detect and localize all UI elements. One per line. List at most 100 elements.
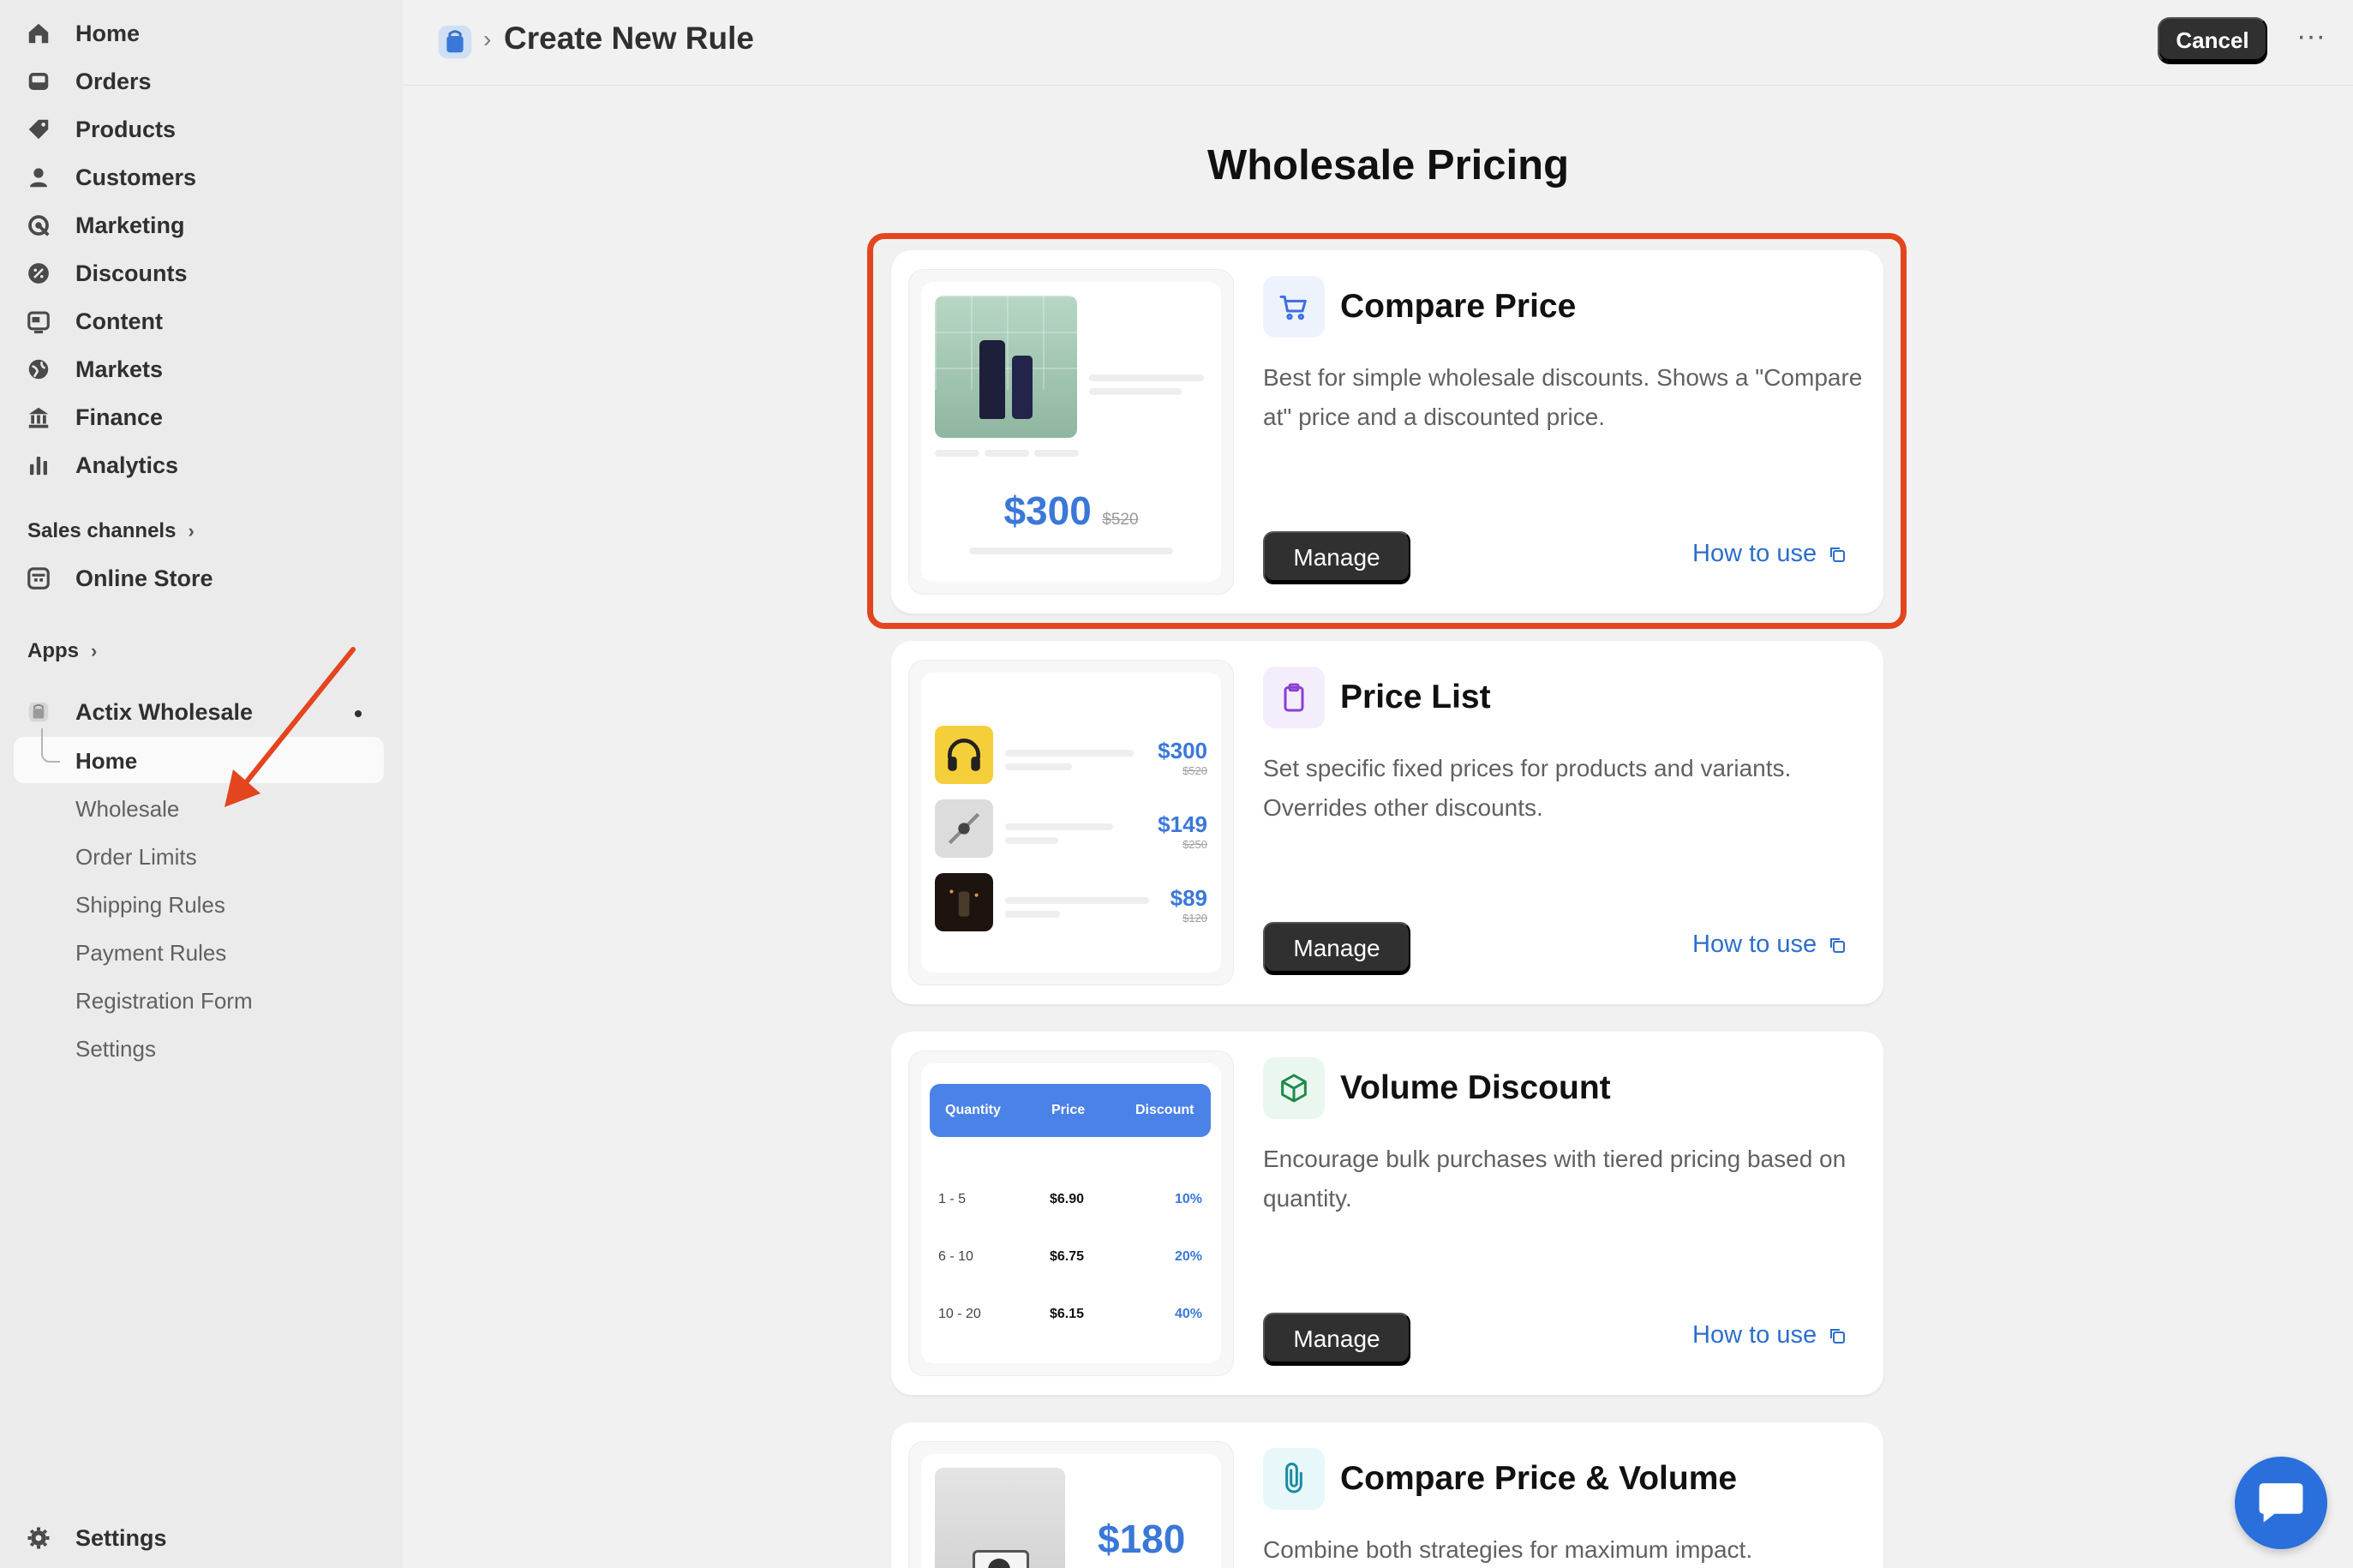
sale-price: $149 (1158, 811, 1207, 837)
card-title: Volume Discount (1340, 1069, 1611, 1106)
nav-discounts[interactable]: Discounts (26, 252, 188, 295)
app-item-wholesale[interactable]: Wholesale (75, 790, 179, 828)
placeholder-bar (1005, 763, 1072, 770)
link-label: How to use (1692, 931, 1817, 958)
globe-icon (26, 356, 51, 382)
sale-price: $300 (1158, 738, 1207, 763)
sale-price: $180 (1098, 1517, 1186, 1561)
bar-chart-icon (26, 452, 51, 478)
watch-image (935, 799, 993, 858)
app-item-payment-rules[interactable]: Payment Rules (75, 934, 226, 972)
app-item-settings[interactable]: Settings (75, 1030, 156, 1068)
bank-icon (26, 404, 51, 430)
app-item-home[interactable]: Home (75, 742, 137, 780)
qty-cell: 10 - 20 (938, 1307, 981, 1321)
nav-label: Settings (75, 1524, 167, 1551)
compare-volume-card: $180 Compare Price & Volume Combine both… (891, 1422, 1883, 1568)
discount-cell: 40% (1174, 1307, 1202, 1321)
copy-icon (1830, 1328, 1846, 1344)
discount-cell: 20% (1174, 1249, 1202, 1264)
nav-content[interactable]: Content (26, 300, 163, 343)
gear-icon (26, 1525, 51, 1551)
nav-label: Content (75, 308, 163, 334)
nav-markets[interactable]: Markets (26, 348, 163, 391)
nav-label: Online Store (75, 565, 213, 591)
chat-icon (2259, 1483, 2303, 1523)
tier-table-header: Quantity Price Discount (930, 1084, 1211, 1137)
compare-price: $250 (1182, 838, 1207, 851)
preview-panel: Quantity Price Discount 1 - 5 $6.90 10% … (908, 1050, 1234, 1376)
nav-label: Marketing (75, 212, 185, 238)
price-cell: $6.90 (1050, 1192, 1085, 1206)
table-row: 6 - 10 $6.75 20% (930, 1249, 1211, 1275)
placeholder-bar (1005, 837, 1058, 844)
annotation-arrow (225, 647, 356, 807)
nav-analytics[interactable]: Analytics (26, 444, 178, 487)
nav-settings[interactable]: Settings (26, 1517, 167, 1559)
section-title: Wholesale Pricing (1206, 142, 1570, 189)
chevron-right-icon: › (188, 520, 195, 542)
column-header: Discount (1135, 1103, 1194, 1117)
cancel-button[interactable]: Cancel (2158, 17, 2267, 63)
qty-cell: 1 - 5 (938, 1192, 967, 1206)
box-icon (1263, 1057, 1325, 1119)
card-title: Price List (1340, 679, 1491, 715)
camera-image (935, 1468, 1065, 1568)
target-icon (26, 212, 51, 238)
nav-orders[interactable]: Orders (26, 60, 152, 103)
column-header: Price (1051, 1103, 1086, 1117)
card-description: Encourage bulk purchases with tiered pri… (1263, 1146, 1847, 1212)
placeholder-bar (1005, 750, 1134, 757)
how-to-use-link[interactable]: How to use (1692, 931, 1847, 959)
price-cell: $6.15 (1050, 1307, 1085, 1321)
price-list-card: $300 $520 $149 $250 $89 $120 Price List … (891, 641, 1883, 1004)
store-icon (26, 566, 51, 591)
nav-label: Home (75, 20, 141, 46)
nav-customers[interactable]: Customers (26, 156, 196, 199)
inbox-icon (26, 69, 51, 94)
sales-channels-header[interactable]: Sales channels › (27, 514, 195, 548)
content-icon (26, 308, 51, 334)
manage-button[interactable]: Manage (1263, 922, 1410, 975)
link-label: How to use (1692, 1321, 1817, 1349)
app-bag-icon (26, 699, 51, 725)
nav-finance[interactable]: Finance (26, 396, 163, 439)
topbar: › Create New Rule Cancel ··· (403, 0, 2353, 86)
copy-icon (1830, 937, 1846, 953)
price-cell: $6.75 (1050, 1249, 1085, 1264)
nav-marketing[interactable]: Marketing (26, 204, 185, 247)
discount-cell: 10% (1174, 1192, 1202, 1206)
bottle-image (935, 873, 993, 931)
breadcrumb-separator: › (483, 26, 492, 52)
apps-header[interactable]: Apps › (27, 634, 97, 668)
app-item-shipping-rules[interactable]: Shipping Rules (75, 886, 225, 924)
preview-panel: $180 (908, 1441, 1234, 1568)
clipboard-icon (1263, 667, 1325, 728)
placeholder-bar (1005, 911, 1060, 918)
app-item-order-limits[interactable]: Order Limits (75, 838, 197, 876)
nav-home[interactable]: Home (26, 12, 140, 55)
section-label: Apps (27, 639, 79, 662)
price-item: $89 $120 (1171, 885, 1207, 925)
manage-button[interactable]: Manage (1263, 1313, 1410, 1366)
sale-price: $89 (1170, 885, 1207, 911)
nav-label: Markets (75, 356, 164, 382)
how-to-use-link[interactable]: How to use (1692, 1321, 1847, 1350)
app-item-registration-form[interactable]: Registration Form (75, 982, 253, 1020)
nav-label: Products (75, 116, 177, 142)
compare-price: $520 (1182, 764, 1207, 777)
qty-cell: 6 - 10 (938, 1249, 973, 1264)
compare-price: $120 (1182, 912, 1207, 925)
headphones-image (935, 726, 993, 784)
tag-icon (26, 117, 51, 142)
nav-online-store[interactable]: Online Store (26, 557, 213, 600)
nav-label: Customers (75, 164, 197, 190)
nav-products[interactable]: Products (26, 108, 176, 151)
chevron-right-icon: › (91, 640, 98, 661)
more-actions-button[interactable]: ··· (2290, 19, 2332, 62)
chat-widget-button[interactable] (2235, 1457, 2327, 1549)
column-header: Quantity (945, 1103, 1001, 1117)
card-title: Compare Price & Volume (1340, 1460, 1738, 1497)
nav-label: Orders (75, 68, 152, 94)
card-description: Combine both strategies for maximum impa… (1263, 1536, 1753, 1563)
